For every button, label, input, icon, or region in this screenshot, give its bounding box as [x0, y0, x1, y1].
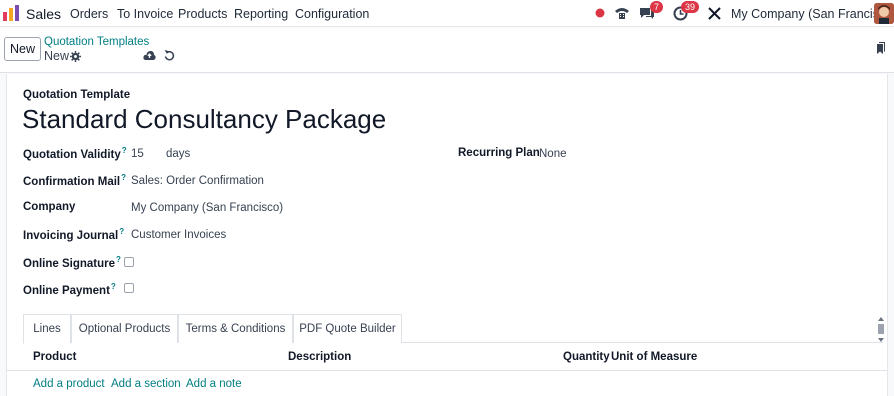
- menu-products[interactable]: Products: [178, 7, 227, 21]
- company-label: Company: [23, 201, 76, 213]
- quotation-validity-input[interactable]: 15: [131, 148, 144, 160]
- menu-orders[interactable]: Orders: [70, 7, 108, 21]
- company-switcher[interactable]: My Company (San Francisco): [731, 7, 894, 21]
- template-title[interactable]: Standard Consultancy Package: [22, 104, 386, 135]
- invoicing-journal-field[interactable]: Customer Invoices: [131, 229, 226, 241]
- gear-icon[interactable]: [70, 50, 81, 65]
- notebook-tabs: Lines Optional Products Terms & Conditio…: [23, 314, 883, 344]
- form-sheet: Quotation Template Standard Consultancy …: [6, 74, 888, 396]
- online-payment-checkbox[interactable]: [124, 283, 134, 293]
- new-button[interactable]: New: [4, 37, 41, 61]
- scrollbar[interactable]: [876, 316, 886, 343]
- recording-status-icon[interactable]: [594, 4, 606, 22]
- recurring-plan-field[interactable]: None: [539, 148, 567, 160]
- breadcrumb-current: New: [44, 49, 70, 63]
- menu-configuration[interactable]: Configuration: [295, 7, 369, 21]
- add-section-link[interactable]: Add a section: [111, 378, 181, 390]
- tab-pdf-quote-builder[interactable]: PDF Quote Builder: [293, 314, 402, 343]
- column-product[interactable]: Product: [33, 351, 76, 363]
- company-field[interactable]: My Company (San Francisco): [131, 202, 283, 214]
- menu-to-invoice[interactable]: To Invoice: [117, 7, 173, 21]
- lines-table-header: Product Description Quantity Unit of Mea…: [7, 345, 887, 371]
- recurring-plan-label: Recurring Plan: [458, 147, 540, 159]
- menu-reporting[interactable]: Reporting: [234, 7, 288, 21]
- online-signature-checkbox[interactable]: [124, 257, 134, 267]
- help-icon[interactable]: ?: [116, 255, 121, 264]
- discard-undo-icon[interactable]: [164, 49, 175, 64]
- quotation-validity-unit: days: [166, 148, 191, 160]
- online-payment-label: Online Payment?: [23, 282, 116, 297]
- sales-app-icon[interactable]: [2, 4, 20, 22]
- bookmark-icon[interactable]: [875, 42, 886, 59]
- phone-icon[interactable]: [613, 4, 631, 22]
- activities-badge: 39: [681, 1, 700, 13]
- tab-terms-conditions[interactable]: Terms & Conditions: [178, 314, 293, 343]
- add-note-link[interactable]: Add a note: [186, 378, 242, 390]
- online-signature-label: Online Signature?: [23, 255, 121, 270]
- confirmation-mail-label: Confirmation Mail?: [23, 173, 127, 188]
- user-avatar[interactable]: [874, 3, 894, 24]
- control-panel: New Quotation Templates New: [0, 28, 894, 73]
- app-name[interactable]: Sales: [26, 6, 61, 22]
- breadcrumb-quotation-templates[interactable]: Quotation Templates: [44, 36, 149, 48]
- help-icon[interactable]: ?: [122, 146, 127, 155]
- help-icon[interactable]: ?: [119, 227, 124, 236]
- help-icon[interactable]: ?: [121, 173, 126, 182]
- messages-badge: 7: [650, 1, 664, 13]
- activities-icon[interactable]: 39: [672, 1, 700, 22]
- save-cloud-icon[interactable]: [143, 49, 156, 64]
- help-icon[interactable]: ?: [111, 282, 116, 291]
- confirmation-mail-field[interactable]: Sales: Order Confirmation: [131, 175, 264, 187]
- invoicing-journal-label: Invoicing Journal?: [23, 227, 125, 242]
- tools-icon[interactable]: [707, 4, 721, 22]
- column-quantity[interactable]: Quantity: [563, 351, 610, 363]
- add-product-link[interactable]: Add a product: [33, 378, 105, 390]
- quotation-validity-label: Quotation Validity?: [23, 146, 127, 161]
- tab-optional-products[interactable]: Optional Products: [71, 314, 178, 343]
- column-unit-of-measure[interactable]: Unit of Measure: [611, 351, 697, 363]
- top-navbar: Sales Orders To Invoice Products Reporti…: [0, 0, 894, 27]
- messages-icon[interactable]: 7: [639, 1, 664, 22]
- column-description[interactable]: Description: [288, 351, 351, 363]
- tab-lines[interactable]: Lines: [23, 314, 71, 344]
- template-name-label: Quotation Template: [23, 89, 131, 101]
